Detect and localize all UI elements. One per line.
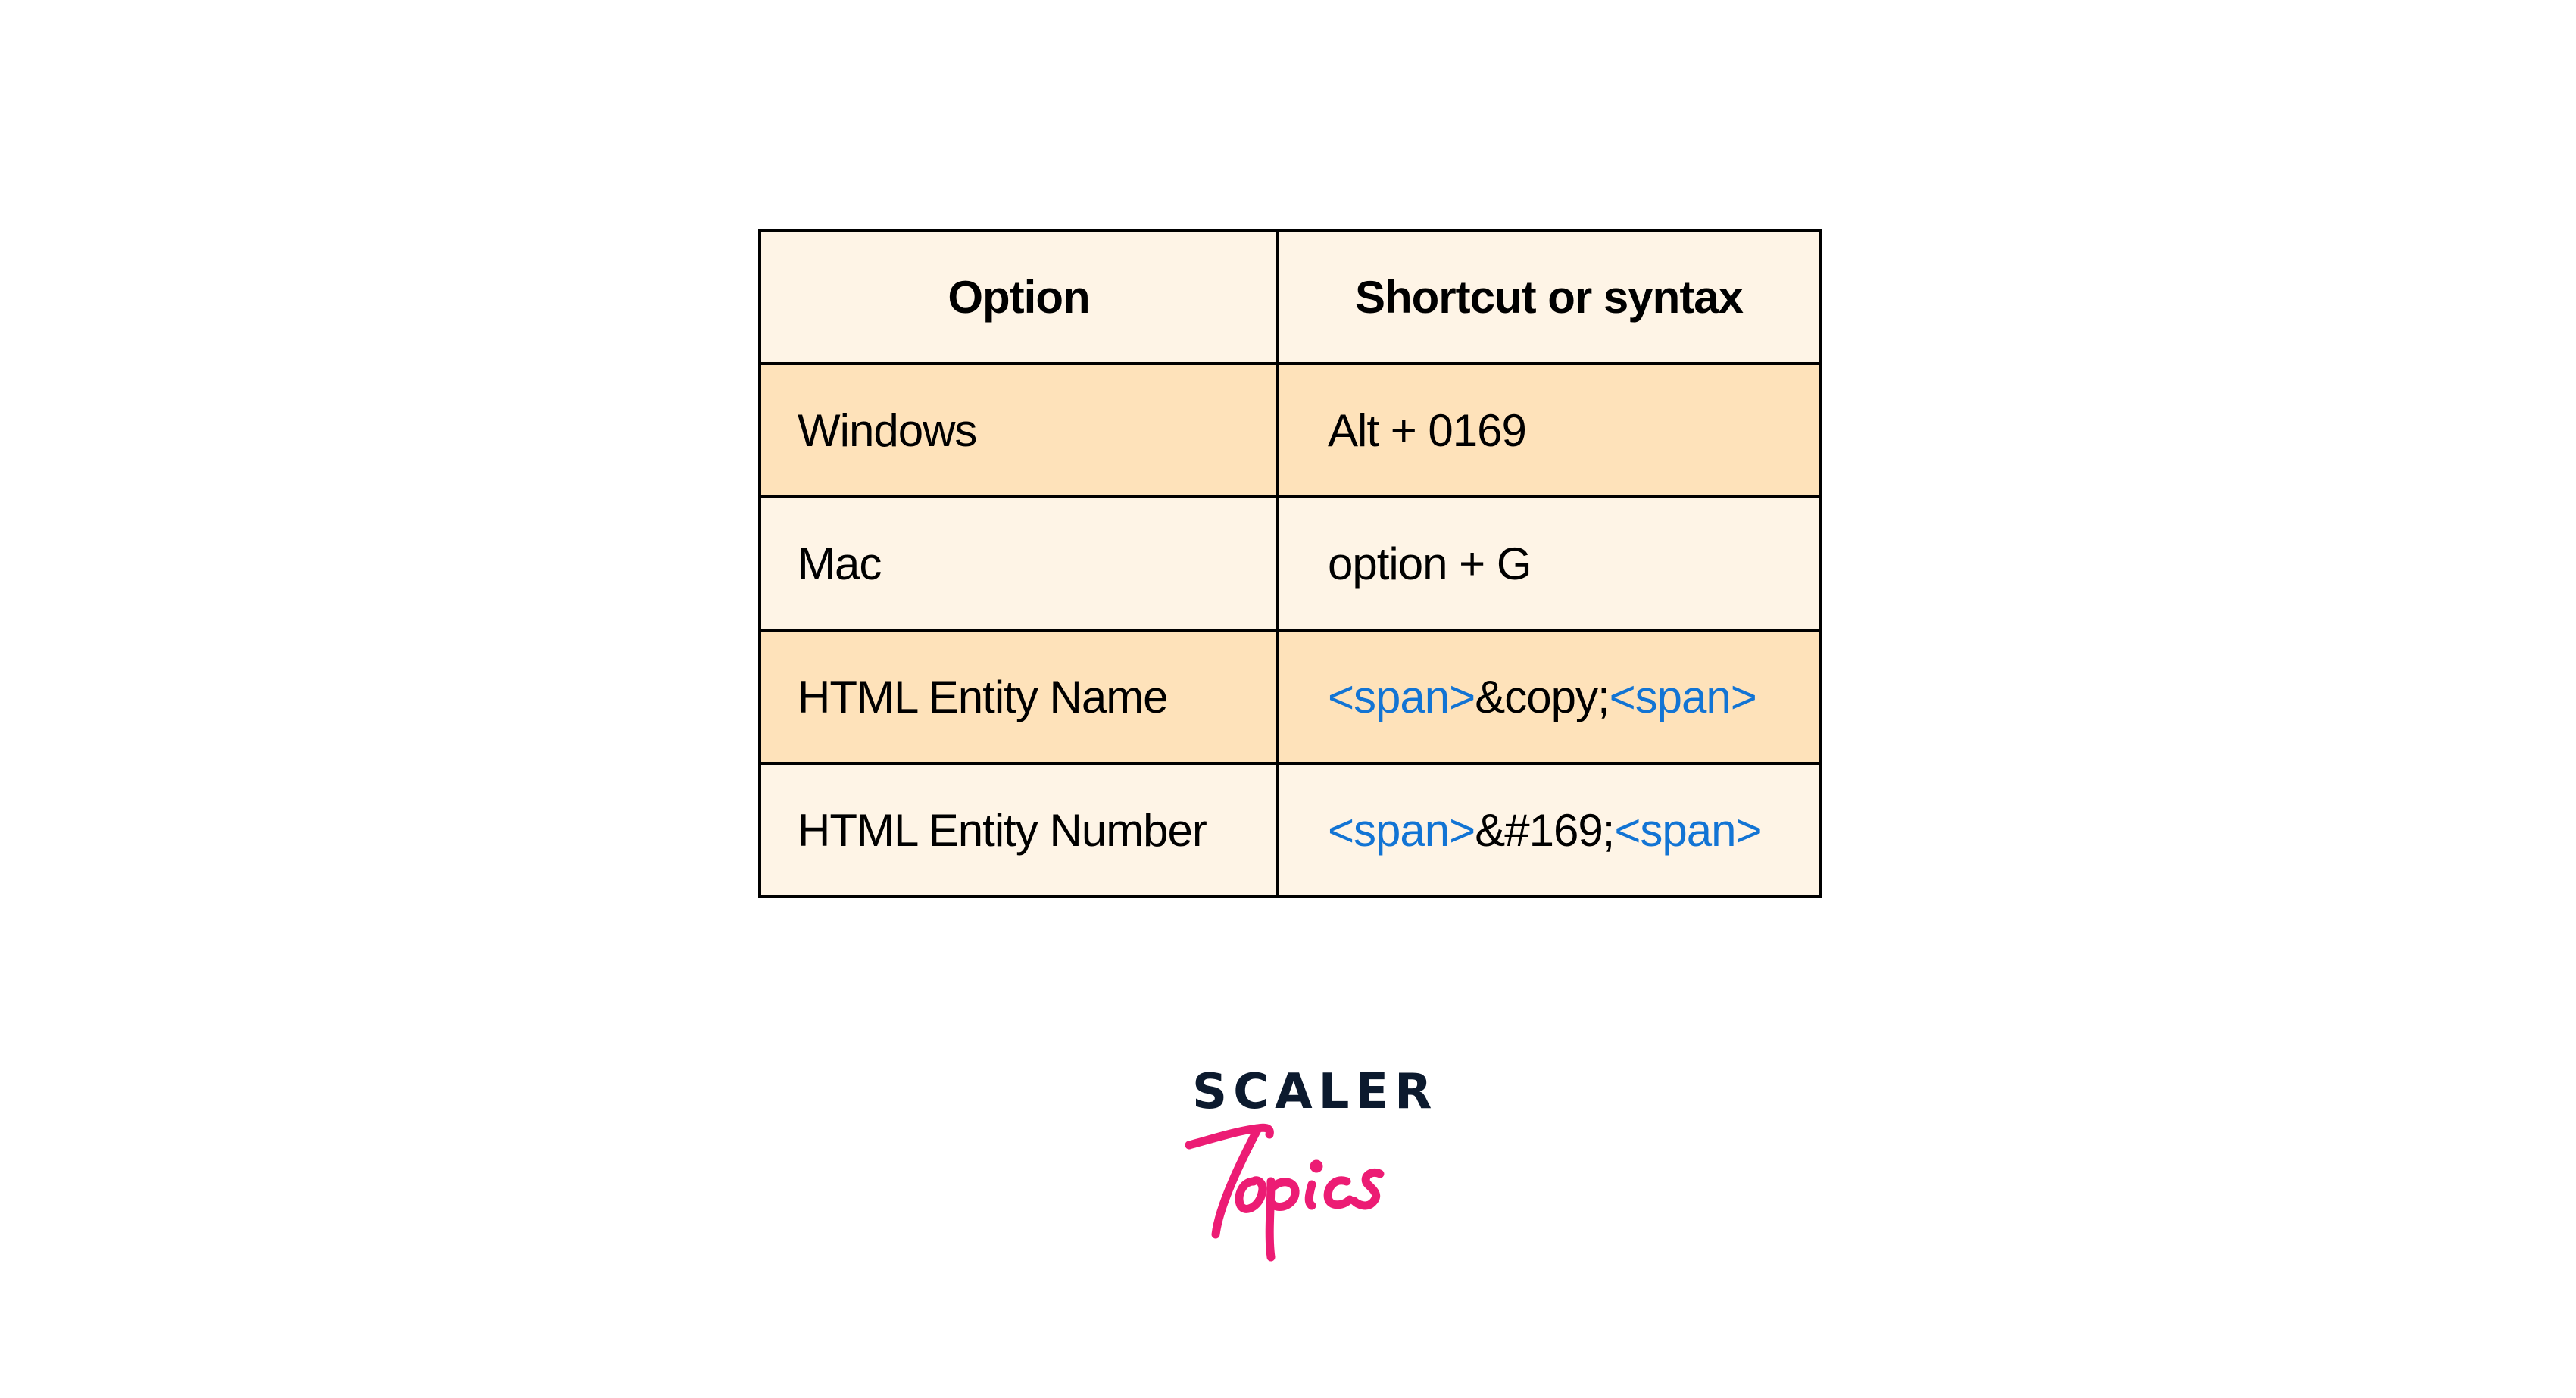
entity-number-text: &#169; [1475,804,1615,856]
table-row: Mac option + G [758,495,1822,632]
span-tag-open: <span> [1328,804,1475,856]
option-cell: HTML Entity Name [758,629,1279,765]
copyright-shortcut-table: Option Shortcut or syntax Windows Alt + … [758,229,1822,898]
scaler-topics-logo: SCALER [1182,1068,1432,1265]
entity-name-text: &copy; [1475,671,1610,722]
shortcut-text: Alt + 0169 [1328,404,1527,456]
span-tag-close: <span> [1614,804,1762,856]
option-cell: HTML Entity Number [758,762,1279,898]
span-tag-close: <span> [1609,671,1757,722]
table-header-row: Option Shortcut or syntax [758,229,1822,365]
logo-topics-script [1185,1123,1385,1262]
option-cell: Mac [758,495,1279,632]
shortcut-text: option + G [1328,538,1532,589]
shortcut-cell: option + G [1276,495,1822,632]
table-row: Windows Alt + 0169 [758,362,1822,498]
shortcut-cell: <span>&copy;<span> [1276,629,1822,765]
shortcut-cell: Alt + 0169 [1276,362,1822,498]
shortcut-cell: <span>&#169;<span> [1276,762,1822,898]
table-row: HTML Entity Name <span>&copy;<span> [758,629,1822,765]
option-cell: Windows [758,362,1279,498]
table-row: HTML Entity Number <span>&#169;<span> [758,762,1822,898]
header-shortcut: Shortcut or syntax [1276,229,1822,365]
header-option: Option [758,229,1279,365]
span-tag-open: <span> [1328,671,1475,722]
shortcut-table-container: Option Shortcut or syntax Windows Alt + … [758,229,1822,898]
